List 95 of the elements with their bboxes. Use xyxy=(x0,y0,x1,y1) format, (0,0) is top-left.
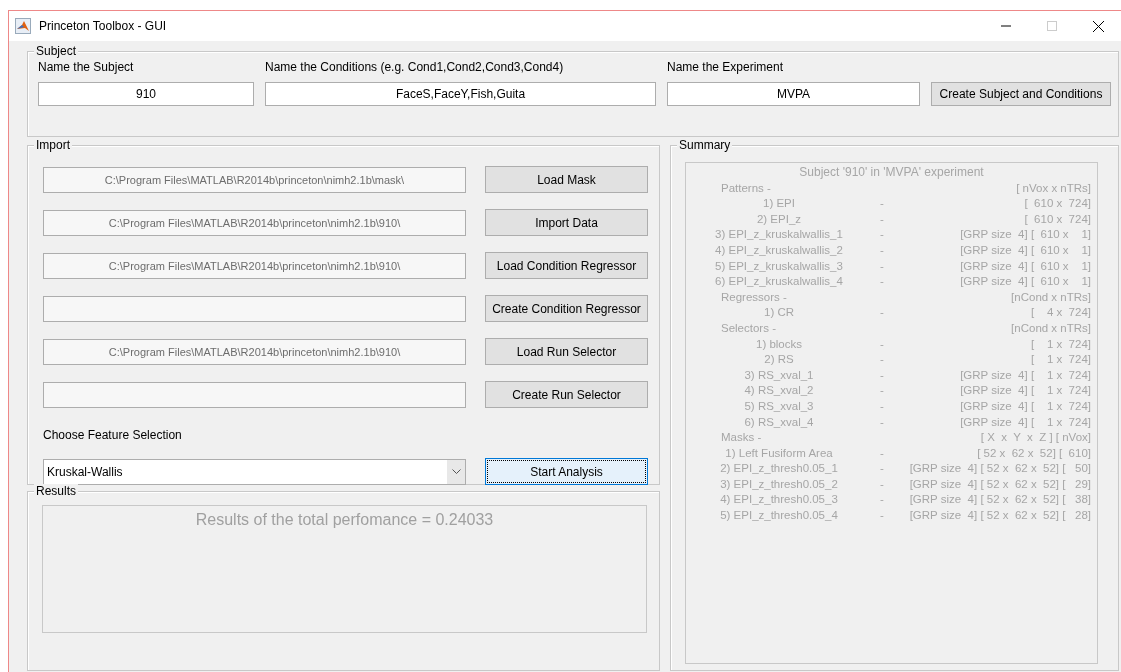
field-label: Name the Experiment xyxy=(667,60,785,74)
summary-dash: - xyxy=(880,398,884,414)
summary-dash: - xyxy=(880,508,884,524)
action-button[interactable]: Create Condition Regressor xyxy=(485,295,648,322)
summary-item: 6) EPI_z_kruskalwallis_4 xyxy=(715,274,843,290)
action-button[interactable]: Import Data xyxy=(485,209,648,236)
summary-dimensions: [ X x Y x Z ] [ nVox] xyxy=(980,430,1091,446)
panel-title: Results xyxy=(34,484,78,498)
summary-dimensions: [ 1 x 724] xyxy=(1030,336,1091,352)
path-field[interactable] xyxy=(43,381,466,408)
summary-item: 2) RS xyxy=(764,352,794,368)
start-analysis-button[interactable]: Start Analysis xyxy=(485,458,648,485)
summary-item: 1) CR xyxy=(764,305,794,321)
summary-item: 1) EPI xyxy=(763,196,795,212)
summary-dash: - xyxy=(880,492,884,508)
summary-item: 4) RS_xval_2 xyxy=(744,383,814,399)
summary-dimensions: [GRP size 4] [ 1 x 724] xyxy=(960,367,1091,383)
create-subject-button[interactable]: Create Subject and Conditions xyxy=(931,82,1111,106)
summary-item: 2) EPI_z_thresh0.05_1 xyxy=(720,461,838,477)
summary-dimensions: [ 610 x 724] xyxy=(1024,196,1091,212)
summary-dimensions: [GRP size 4] [ 52 x 62 x 52] [ 38] xyxy=(909,492,1091,508)
summary-dimensions: [GRP size 4] [ 1 x 724] xyxy=(960,414,1091,430)
summary-dash: - xyxy=(880,274,884,290)
summary-section: Patterns - xyxy=(686,180,771,197)
summary-dimensions: [GRP size 4] [ 52 x 62 x 52] [ 28] xyxy=(909,508,1091,524)
summary-dash: - xyxy=(880,336,884,352)
summary-dimensions: [ nVox x nTRs] xyxy=(1016,180,1091,196)
summary-dimensions: [ 52 x 62 x 52] [ 610] xyxy=(977,445,1091,461)
summary-dash: - xyxy=(880,367,884,383)
summary-dimensions: [GRP size 4] [ 1 x 724] xyxy=(960,383,1091,399)
path-field[interactable]: C:\Program Files\MATLAB\R2014b\princeton\nimh2.1b\mask\ xyxy=(43,166,466,193)
summary-dash: - xyxy=(880,305,884,321)
summary-dash: - xyxy=(880,461,884,477)
summary-dash: - xyxy=(880,258,884,274)
input-field[interactable]: 910 xyxy=(38,82,254,106)
summary-dimensions: [ 610 x 724] xyxy=(1024,211,1091,227)
field-label: Name the Conditions (e.g. Cond1,Cond2,Cond3,Cond4) xyxy=(265,60,565,74)
summary-dimensions: [GRP size 4] [ 610 x 1] xyxy=(960,242,1091,258)
summary-dimensions: [ 4 x 724] xyxy=(1030,305,1091,321)
summary-item: 1) blocks xyxy=(756,336,802,352)
summary-dimensions: [nCond x nTRs] xyxy=(1011,289,1091,305)
maximize-icon[interactable] xyxy=(1047,21,1057,31)
panel-title: Summary xyxy=(677,138,733,152)
summary-item: 5) RS_xval_3 xyxy=(744,398,814,414)
summary-dimensions: [GRP size 4] [ 610 x 1] xyxy=(960,258,1091,274)
chevron-down-icon xyxy=(451,469,461,474)
summary-dash: - xyxy=(880,196,884,212)
summary-item: 3) EPI_z_kruskalwallis_1 xyxy=(715,227,843,243)
input-field[interactable]: MVPA xyxy=(667,82,920,106)
summary-item: 3) RS_xval_1 xyxy=(744,367,814,383)
summary-dimensions: [GRP size 4] [ 52 x 62 x 52] [ 50] xyxy=(909,461,1091,477)
summary-section: Regressors - xyxy=(686,289,787,306)
summary-dimensions: [GRP size 4] [ 610 x 1] xyxy=(960,227,1091,243)
summary-item: 4) EPI_z_thresh0.05_3 xyxy=(720,492,838,508)
input-field[interactable]: FaceS,FaceY,Fish,Guita xyxy=(265,82,656,106)
path-field[interactable]: C:\Program Files\MATLAB\R2014b\princeton\nimh2.1b\910\ xyxy=(43,338,466,365)
field-label: Choose Feature Selection xyxy=(43,427,183,442)
summary-dash: - xyxy=(880,414,884,430)
path-field[interactable] xyxy=(43,295,466,322)
summary-dimensions: [GRP size 4] [ 1 x 724] xyxy=(960,398,1091,414)
summary-item: 4) EPI_z_kruskalwallis_2 xyxy=(715,242,843,258)
path-field[interactable]: C:\Program Files\MATLAB\R2014b\princeton\nimh2.1b\910\ xyxy=(43,252,466,279)
summary-heading: Subject '910' in 'MVPA' experiment xyxy=(799,165,984,181)
summary-dimensions: [GRP size 4] [ 610 x 1] xyxy=(960,274,1091,290)
action-button[interactable]: Create Run Selector xyxy=(485,381,648,408)
summary-dash: - xyxy=(880,211,884,227)
panel-title: Subject xyxy=(34,44,79,58)
panel-title: Import xyxy=(34,138,72,152)
close-icon[interactable] xyxy=(1092,20,1104,32)
summary-item: 5) EPI_z_kruskalwallis_3 xyxy=(715,258,843,274)
summary-item: 3) EPI_z_thresh0.05_2 xyxy=(720,476,838,492)
summary-dash: - xyxy=(880,383,884,399)
summary-section: Masks - xyxy=(686,430,762,446)
summary-item: 5) EPI_z_thresh0.05_4 xyxy=(720,508,838,524)
action-button[interactable]: Load Mask xyxy=(485,166,648,193)
summary-dash: - xyxy=(880,476,884,492)
app-logo-icon xyxy=(15,18,31,34)
summary-section: Selectors - xyxy=(686,320,776,337)
summary-item: 1) Left Fusiform Area xyxy=(725,445,833,461)
summary-dimensions: [nCond x nTRs] xyxy=(1011,320,1091,336)
field-label: Name the Subject xyxy=(38,60,135,74)
results-text: Results of the total perfomance = 0.24033 xyxy=(195,510,494,530)
action-button[interactable]: Load Condition Regressor xyxy=(485,252,648,279)
feature-selection-dropdown[interactable]: Kruskal-Wallis xyxy=(43,458,466,485)
summary-dimensions: [GRP size 4] [ 52 x 62 x 52] [ 29] xyxy=(909,476,1091,492)
summary-dash: - xyxy=(880,242,884,258)
action-button[interactable]: Load Run Selector xyxy=(485,338,648,365)
summary-dash: - xyxy=(880,352,884,368)
summary-item: 2) EPI_z xyxy=(756,211,802,227)
summary-dimensions: [ 1 x 724] xyxy=(1030,352,1091,368)
window-title: Princeton Toolbox - GUI xyxy=(39,19,168,33)
summary-dash: - xyxy=(880,227,884,243)
summary-dash: - xyxy=(880,445,884,461)
summary-item: 6) RS_xval_4 xyxy=(744,414,814,430)
path-field[interactable]: C:\Program Files\MATLAB\R2014b\princeton\nimh2.1b\910\ xyxy=(43,209,466,236)
